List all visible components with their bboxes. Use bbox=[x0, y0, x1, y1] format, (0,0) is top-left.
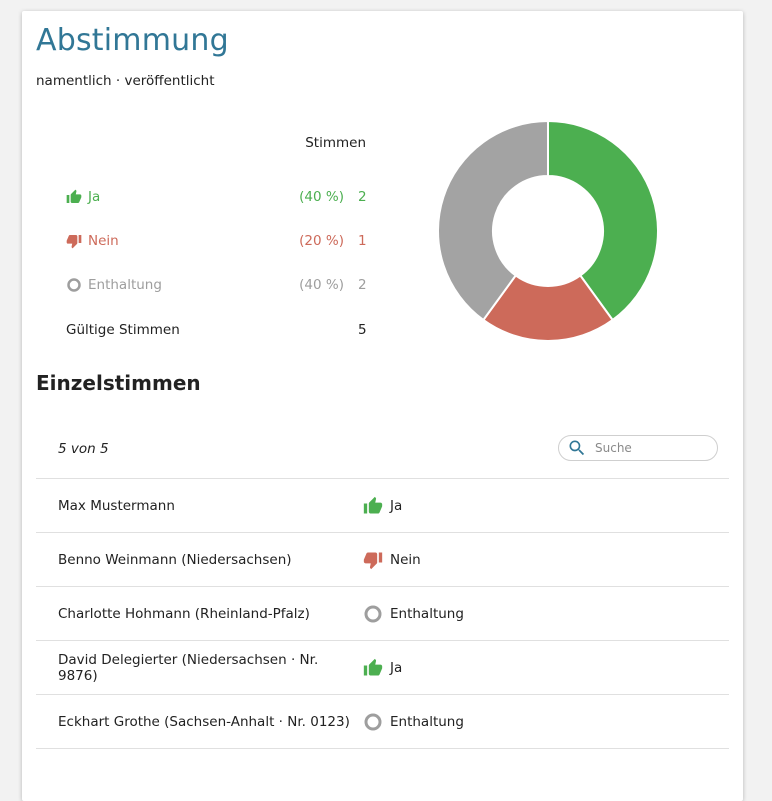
vote-cell: Nein bbox=[362, 550, 421, 570]
vote-cell: Ja bbox=[362, 496, 402, 516]
thumbs-down-icon bbox=[66, 233, 82, 249]
result-count-text: 5 von 5 bbox=[58, 441, 109, 457]
table-row: David Delegierter (Niedersachsen · Nr. 9… bbox=[36, 641, 729, 695]
result-percent-yes: (40 %) bbox=[299, 189, 344, 205]
result-label-no: Nein bbox=[88, 233, 119, 249]
vote-value: Ja bbox=[390, 497, 403, 514]
vote-value: Enthaltung bbox=[390, 605, 464, 622]
poll-card: Abstimmung namentlich · veröffentlicht S… bbox=[22, 11, 743, 801]
circle-icon bbox=[66, 277, 82, 293]
thumbs-up-icon bbox=[362, 658, 384, 678]
result-row-yes: Ja (40 %) 2 bbox=[66, 186, 367, 208]
voter-name: Benno Weinmann (Niedersachsen) bbox=[58, 551, 292, 568]
result-row-abstention: Enthaltung (40 %) 2 bbox=[66, 274, 367, 296]
vote-value: Ja bbox=[390, 659, 403, 676]
result-row-no: Nein (20 %) 1 bbox=[66, 230, 367, 252]
table-row: Eckhart Grothe (Sachsen-Anhalt · Nr. 012… bbox=[36, 695, 729, 749]
vote-value: Enthaltung bbox=[390, 713, 464, 730]
result-row-valid: Gültige Stimmen 5 bbox=[66, 319, 367, 341]
table-row: Max Mustermann Ja bbox=[36, 479, 729, 533]
vote-cell: Enthaltung bbox=[362, 712, 464, 732]
votes-table: Max Mustermann Ja Benno Weinmann (Nieder… bbox=[36, 478, 729, 749]
voter-name: Charlotte Hohmann (Rheinland-Pfalz) bbox=[58, 605, 310, 622]
result-percent-abstention: (40 %) bbox=[299, 277, 344, 293]
circle-icon bbox=[362, 712, 384, 732]
thumbs-up-icon bbox=[66, 189, 82, 205]
result-percent-no: (20 %) bbox=[299, 233, 344, 249]
vote-value: Nein bbox=[390, 551, 421, 568]
result-label-yes: Ja bbox=[88, 189, 101, 205]
table-row: Benno Weinmann (Niedersachsen) Nein bbox=[36, 533, 729, 587]
votes-column-header: Stimmen bbox=[305, 135, 366, 151]
voter-name: Eckhart Grothe (Sachsen-Anhalt · Nr. 012… bbox=[58, 713, 350, 730]
table-row: Charlotte Hohmann (Rheinland-Pfalz) Enth… bbox=[36, 587, 729, 641]
voter-name: David Delegierter (Niedersachsen · Nr. 9… bbox=[58, 651, 319, 684]
vote-cell: Ja bbox=[362, 658, 402, 678]
thumbs-down-icon bbox=[362, 550, 384, 570]
page-title: Abstimmung bbox=[36, 23, 229, 58]
section-title: Einzelstimmen bbox=[36, 371, 201, 395]
poll-subtitle: namentlich · veröffentlicht bbox=[36, 73, 215, 89]
search-box[interactable] bbox=[558, 435, 718, 461]
valid-votes-label: Gültige Stimmen bbox=[66, 322, 180, 338]
result-count-abstention: 2 bbox=[358, 277, 367, 293]
result-count-no: 1 bbox=[358, 233, 367, 249]
thumbs-up-icon bbox=[362, 496, 384, 516]
vote-cell: Enthaltung bbox=[362, 604, 464, 624]
search-input[interactable] bbox=[593, 440, 707, 456]
result-count-yes: 2 bbox=[358, 189, 367, 205]
result-label-abstention: Enthaltung bbox=[88, 277, 162, 293]
search-icon[interactable] bbox=[567, 438, 587, 458]
circle-icon bbox=[362, 604, 384, 624]
voter-name: Max Mustermann bbox=[58, 497, 175, 514]
donut-chart bbox=[436, 119, 660, 343]
valid-votes-count: 5 bbox=[358, 322, 367, 338]
